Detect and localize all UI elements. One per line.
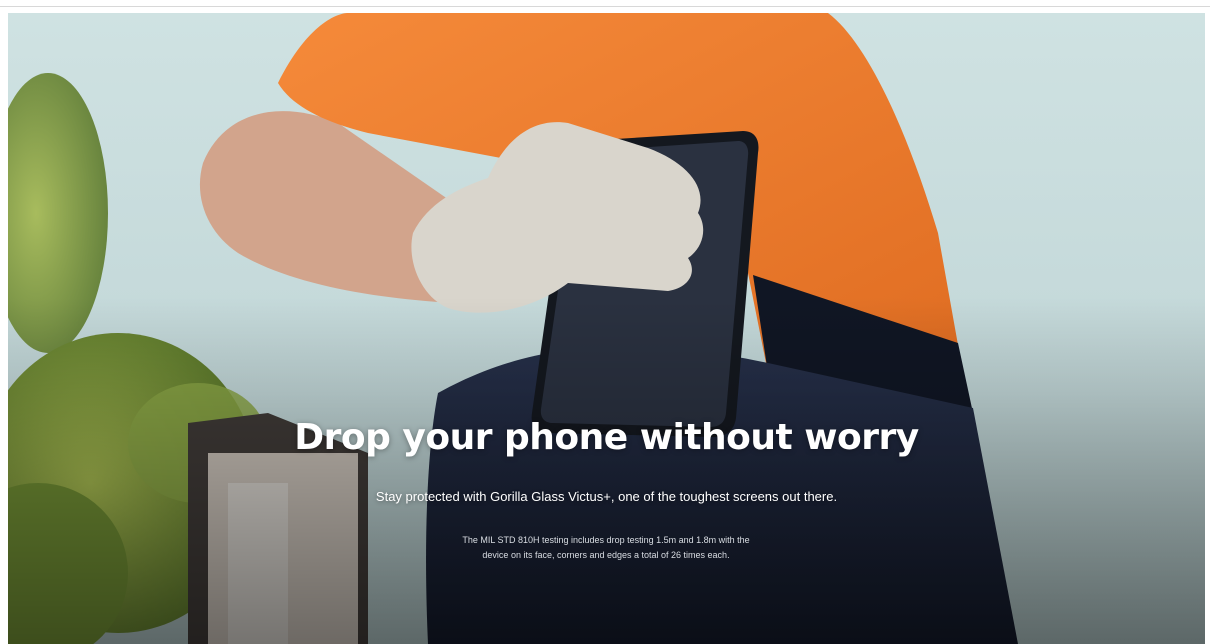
top-divider [0,0,1210,7]
hero-image [8,13,1205,644]
hero-banner: Drop your phone without worry Stay prote… [8,13,1205,644]
